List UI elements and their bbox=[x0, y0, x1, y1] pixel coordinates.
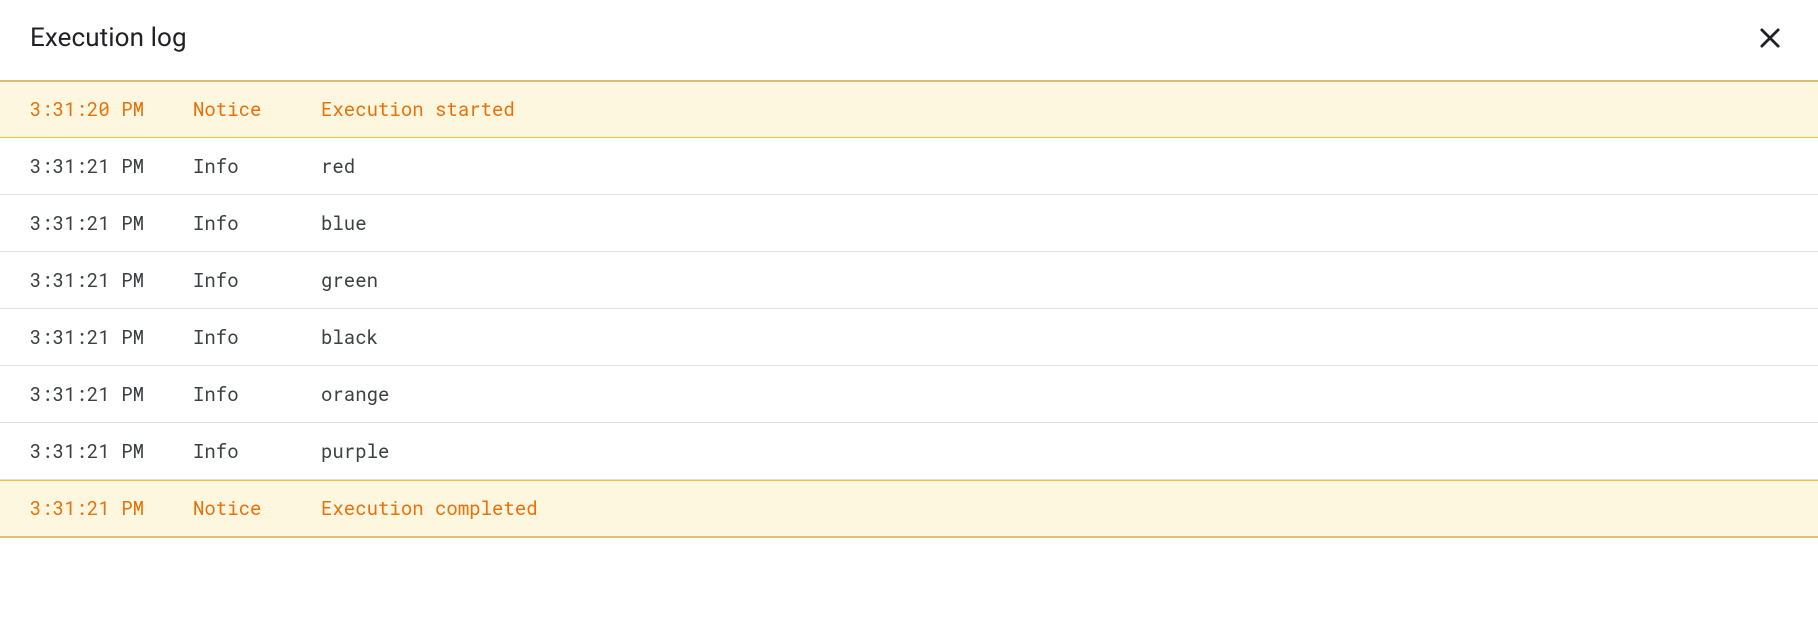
log-time: 3:31:21 PM bbox=[30, 325, 193, 350]
log-message: Execution started bbox=[321, 97, 1788, 122]
log-level: Notice bbox=[193, 97, 321, 122]
log-level: Info bbox=[193, 154, 321, 179]
log-level: Notice bbox=[193, 496, 321, 521]
log-time: 3:31:21 PM bbox=[30, 382, 193, 407]
log-level: Info bbox=[193, 211, 321, 236]
close-icon bbox=[1756, 24, 1784, 52]
log-row[interactable]: 3:31:21 PM Info red bbox=[0, 138, 1818, 195]
log-message: red bbox=[321, 154, 1788, 179]
log-level: Info bbox=[193, 268, 321, 293]
log-time: 3:31:21 PM bbox=[30, 439, 193, 464]
log-row[interactable]: 3:31:21 PM Info green bbox=[0, 252, 1818, 309]
log-time: 3:31:21 PM bbox=[30, 496, 193, 521]
log-row[interactable]: 3:31:21 PM Info orange bbox=[0, 366, 1818, 423]
log-message: purple bbox=[321, 439, 1788, 464]
log-message: green bbox=[321, 268, 1788, 293]
log-row[interactable]: 3:31:21 PM Info black bbox=[0, 309, 1818, 366]
log-level: Info bbox=[193, 382, 321, 407]
log-row[interactable]: 3:31:20 PM Notice Execution started bbox=[0, 81, 1818, 138]
log-time: 3:31:21 PM bbox=[30, 211, 193, 236]
log-message: black bbox=[321, 325, 1788, 350]
log-row[interactable]: 3:31:21 PM Info purple bbox=[0, 423, 1818, 480]
panel-title: Execution log bbox=[30, 23, 187, 53]
log-message: Execution completed bbox=[321, 496, 1788, 521]
log-time: 3:31:21 PM bbox=[30, 154, 193, 179]
log-level: Info bbox=[193, 325, 321, 350]
execution-log-table: 3:31:20 PM Notice Execution started 3:31… bbox=[0, 80, 1818, 538]
log-message: orange bbox=[321, 382, 1788, 407]
log-message: blue bbox=[321, 211, 1788, 236]
log-time: 3:31:20 PM bbox=[30, 97, 193, 122]
log-time: 3:31:21 PM bbox=[30, 268, 193, 293]
log-level: Info bbox=[193, 439, 321, 464]
log-row[interactable]: 3:31:21 PM Info blue bbox=[0, 195, 1818, 252]
panel-header: Execution log bbox=[0, 0, 1818, 80]
close-button[interactable] bbox=[1752, 20, 1788, 56]
log-row[interactable]: 3:31:21 PM Notice Execution completed bbox=[0, 480, 1818, 537]
